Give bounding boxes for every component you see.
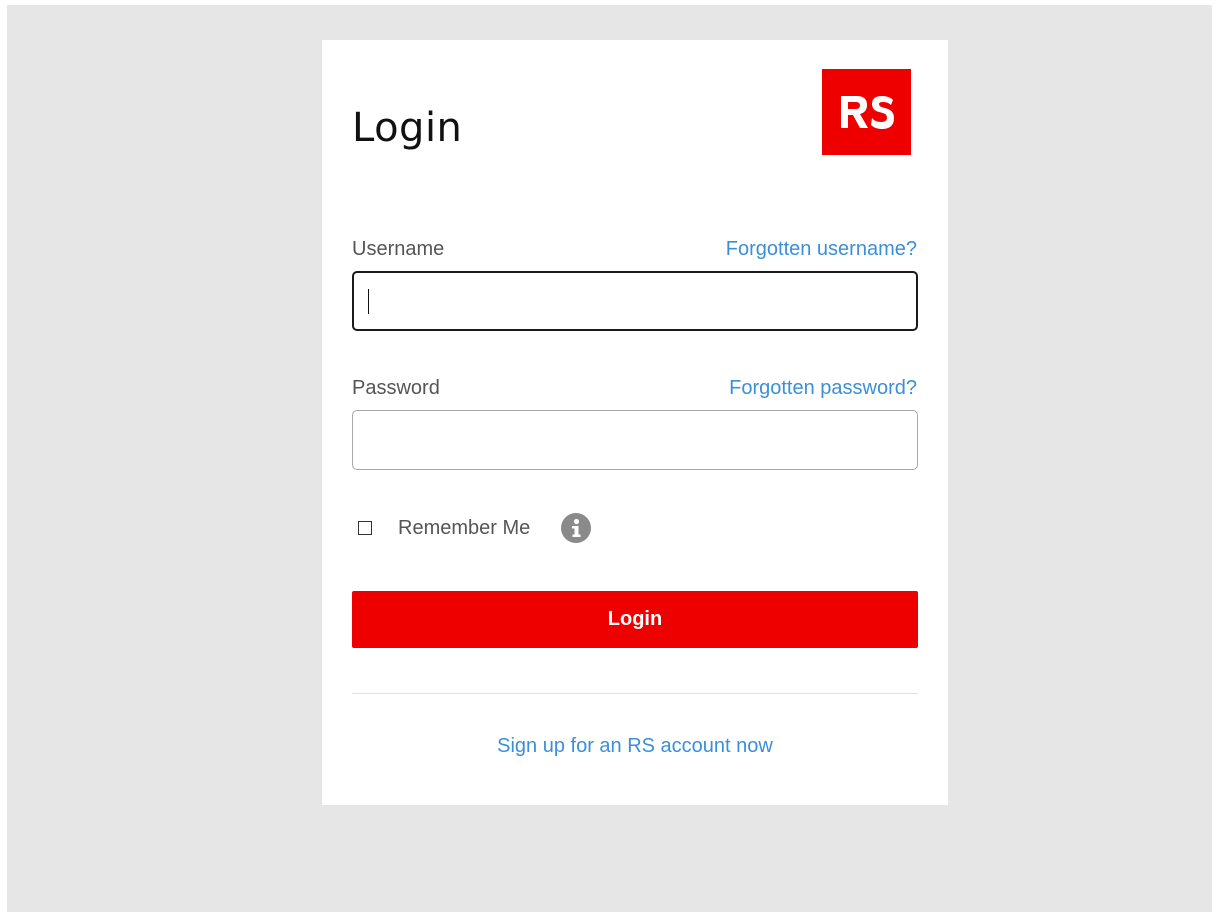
username-label: Username	[352, 238, 445, 260]
remember-me-row: Remember Me	[358, 513, 592, 543]
rs-logo	[822, 69, 911, 155]
login-button[interactable]: Login	[352, 591, 918, 648]
rs-logo-mark	[840, 96, 894, 129]
forgotten-password-link[interactable]: Forgotten password?	[729, 377, 917, 400]
text-caret	[368, 289, 369, 314]
signup-link[interactable]: Sign up for an RS account now	[322, 735, 948, 758]
remember-me-label: Remember Me	[398, 516, 531, 539]
info-glyph	[572, 518, 581, 537]
info-circle-icon[interactable]	[561, 513, 592, 543]
remember-me-checkbox[interactable]	[358, 521, 372, 535]
forgotten-username-link[interactable]: Forgotten username?	[726, 238, 917, 261]
password-input[interactable]	[352, 410, 918, 470]
password-label: Password	[352, 377, 440, 399]
page-title: Login	[352, 105, 463, 151]
divider	[352, 693, 918, 694]
login-card: Login Username Forgotten username? Passw…	[322, 40, 948, 805]
username-input[interactable]	[352, 271, 918, 331]
